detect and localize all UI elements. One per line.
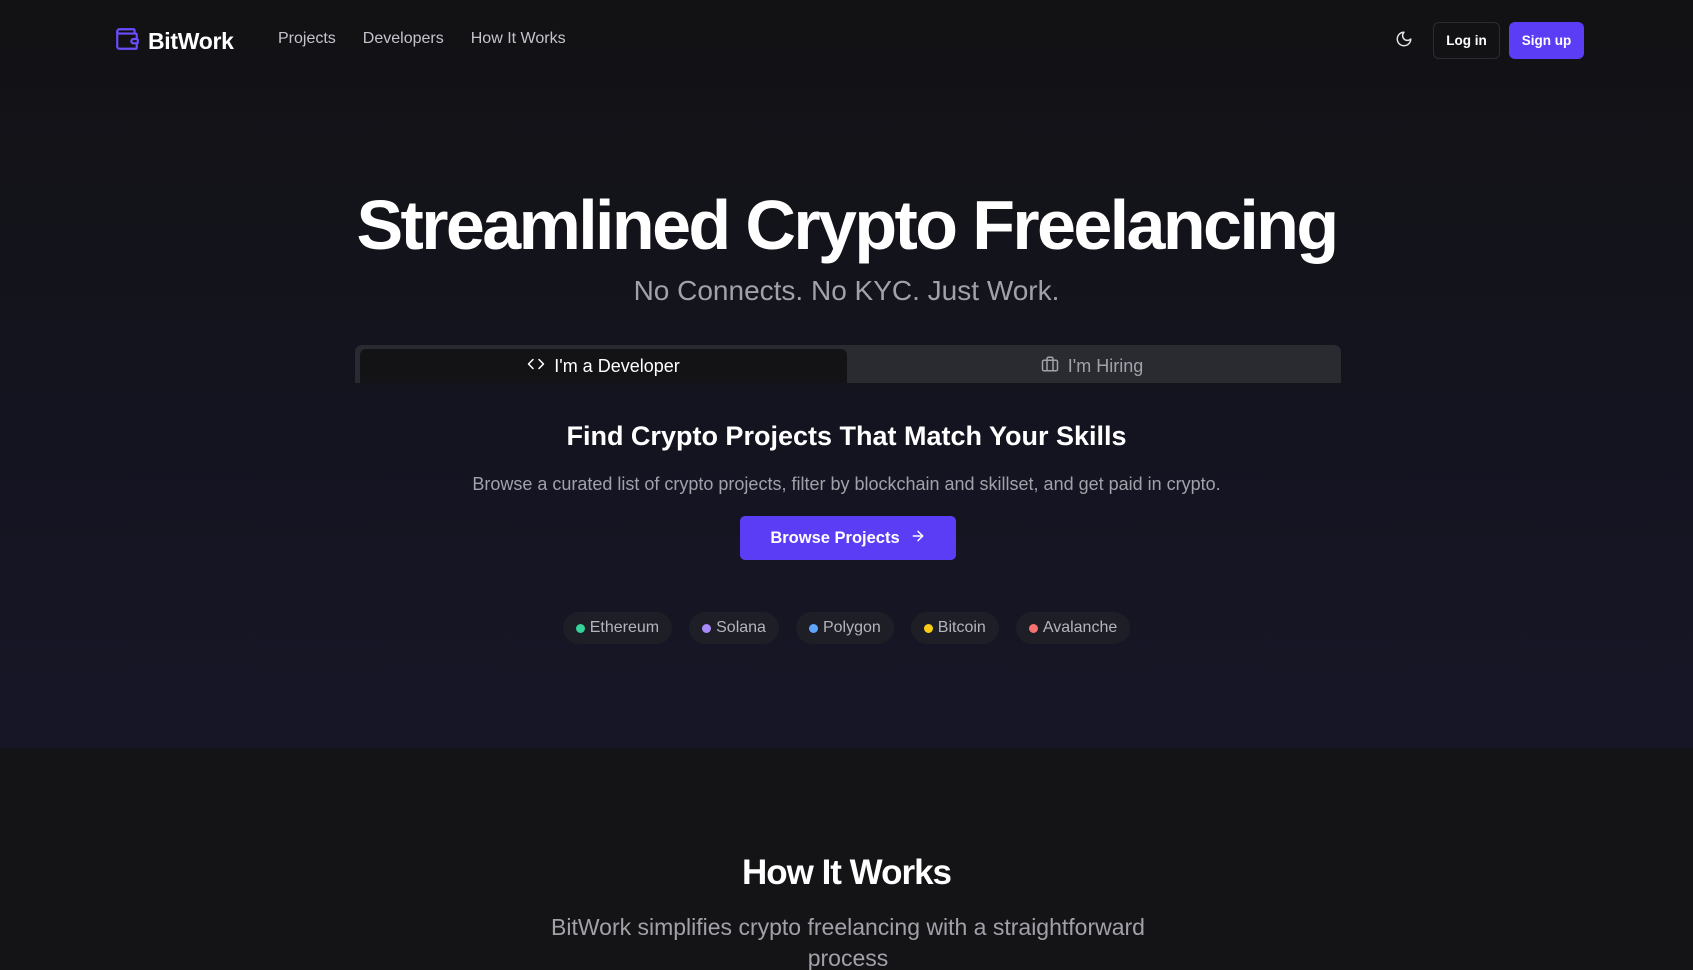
tab-developer[interactable]: I'm a Developer — [360, 349, 847, 383]
status-dot — [575, 623, 585, 633]
chain-label: Avalanche — [1042, 619, 1118, 636]
theme-toggle-button[interactable] — [1391, 28, 1417, 54]
login-button[interactable]: Log in — [1433, 22, 1500, 59]
chain-tag-polygon[interactable]: Polygon — [795, 612, 894, 644]
panel-description: Browse a curated list of crypto projects… — [472, 474, 1221, 494]
signup-button[interactable]: Sign up — [1509, 22, 1584, 59]
chain-label: Solana — [716, 619, 766, 636]
browse-projects-label: Browse Projects — [770, 528, 900, 547]
status-dot — [808, 623, 818, 633]
chain-label: Bitcoin — [937, 619, 986, 636]
hero-title: Streamlined Crypto Freelancing — [356, 186, 1339, 264]
nav-link-projects[interactable]: Projects — [278, 30, 336, 48]
hero-subtitle: No Connects. No KYC. Just Work. — [633, 275, 1060, 306]
panel-title: Find Crypto Projects That Match Your Ski… — [566, 421, 1127, 451]
brand-logo[interactable]: BitWork — [114, 26, 234, 56]
chain-label: Polygon — [822, 619, 881, 636]
chain-tag-solana[interactable]: Solana — [689, 612, 779, 644]
nav-link-developers[interactable]: Developers — [363, 30, 444, 48]
role-tabs: I'm a Developer I'm Hiring — [355, 345, 1341, 383]
browse-projects-button[interactable]: Browse Projects — [740, 516, 956, 560]
wallet-icon — [114, 26, 140, 57]
status-dot — [923, 623, 933, 633]
how-it-works-description: BitWork simplifies crypto freelancing wi… — [551, 914, 1145, 970]
status-dot — [1028, 623, 1038, 633]
page: BitWork Projects Developers How It Works… — [0, 0, 1693, 970]
how-it-works-title: How It Works — [741, 853, 952, 892]
chain-tag-avalanche[interactable]: Avalanche — [1015, 612, 1131, 644]
status-dot — [702, 623, 712, 633]
arrow-right-icon — [910, 528, 926, 549]
chain-label: Ethereum — [589, 619, 660, 636]
tab-hiring[interactable]: I'm Hiring — [847, 349, 1337, 383]
chain-tag-bitcoin[interactable]: Bitcoin — [910, 612, 999, 644]
brand-name: BitWork — [148, 27, 234, 54]
code-icon — [527, 355, 545, 378]
moon-icon — [1395, 30, 1413, 53]
top-nav: BitWork Projects Developers How It Works… — [0, 0, 1693, 82]
tab-hiring-label: I'm Hiring — [1067, 355, 1144, 376]
tab-developer-label: I'm a Developer — [554, 355, 680, 376]
nav-links: Projects Developers How It Works — [278, 30, 566, 48]
briefcase-icon — [1041, 355, 1059, 378]
chain-tag-ethereum[interactable]: Ethereum — [562, 612, 673, 644]
blockchain-tags: Ethereum Solana Polygon Bitcoin Avalanch… — [0, 612, 1693, 644]
nav-link-how-it-works[interactable]: How It Works — [471, 30, 566, 48]
